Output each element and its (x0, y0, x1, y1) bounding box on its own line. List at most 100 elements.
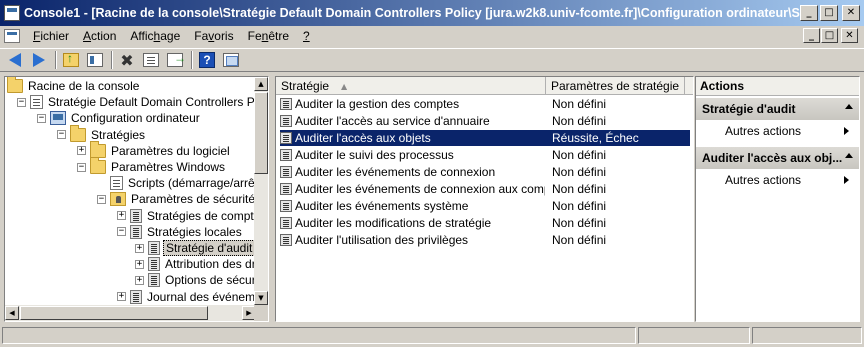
expand-plus-icon[interactable]: + (117, 292, 126, 302)
policy-cell: Auditer les événements de connexion aux … (280, 182, 545, 196)
policy-row[interactable]: Auditer les événements de connexion aux … (280, 181, 690, 197)
tree-horizontal-scrollbar[interactable]: ◀ ▶ (5, 305, 256, 321)
scroll-down-button[interactable]: ▼ (254, 291, 268, 305)
action-section-auditer-acces[interactable]: Auditer l'accès aux obj... (696, 147, 859, 169)
expand-plus-icon[interactable]: + (117, 211, 126, 221)
scroll-up-button[interactable]: ▲ (254, 77, 268, 91)
tree-vertical-scrollbar[interactable]: ▲ ▼ (254, 77, 268, 305)
tree-item[interactable]: + Attribution des dro (135, 256, 256, 272)
child-minimize-button[interactable]: _ (803, 28, 820, 43)
policy-setting-icon (280, 217, 292, 229)
forward-button[interactable] (28, 50, 50, 70)
collapse-minus-icon[interactable]: − (77, 162, 86, 172)
menu-fichier-rest: ichier (40, 29, 70, 43)
child-window-controls: _ □ ✕ (803, 28, 858, 43)
child-close-button[interactable]: ✕ (841, 28, 858, 43)
child-restore-button[interactable]: □ (821, 28, 838, 43)
tree-item[interactable]: − Paramètres de sécurité (97, 191, 256, 207)
menu-help[interactable]: ? (296, 29, 317, 43)
tree-item[interactable]: Scripts (démarrage/arrêt) (97, 175, 256, 191)
policy-row[interactable]: Auditer les événements système Non défini (280, 198, 690, 214)
expand-plus-icon[interactable]: + (135, 259, 144, 269)
document-icon (143, 53, 159, 67)
action-label: Autres actions (725, 124, 802, 138)
tree-item[interactable]: + Journal des événement (117, 289, 256, 305)
policy-setting-icon (280, 166, 292, 178)
policy-row[interactable]: Auditer les événements de connexion Non d… (280, 164, 690, 180)
column-header-parametres[interactable]: Paramètres de stratégie (546, 77, 685, 95)
status-cell-3 (752, 327, 862, 344)
tree-item[interactable]: − Configuration ordinateur (37, 110, 202, 126)
tree-item[interactable]: − Paramètres Windows (77, 157, 227, 175)
policy-row[interactable]: Auditer les modifications de stratégie No… (280, 215, 690, 231)
collapse-minus-icon[interactable]: − (57, 130, 66, 140)
back-button[interactable] (4, 50, 26, 70)
collapse-minus-icon[interactable]: − (37, 113, 46, 123)
tree-item[interactable]: − Stratégies (57, 124, 147, 143)
script-doc-icon (110, 176, 123, 191)
expand-plus-icon[interactable]: + (77, 146, 86, 156)
delete-button[interactable]: ✖ (116, 50, 138, 70)
policy-setting-icon (280, 115, 292, 127)
policy-setting-icon (280, 183, 292, 195)
show-hide-tree-button[interactable] (84, 50, 106, 70)
show-action-pane-button[interactable] (220, 50, 242, 70)
actions-title: Actions (696, 77, 859, 96)
menu-favoris[interactable]: Favoris (187, 29, 240, 43)
menu-fenetre[interactable]: Fenêtre (241, 29, 296, 43)
action-autres-actions-2[interactable]: Autres actions (696, 171, 859, 189)
properties-doc-button[interactable] (140, 50, 162, 70)
menu-affichage[interactable]: Affichage (123, 29, 187, 43)
collapse-minus-icon[interactable]: − (17, 97, 26, 107)
collapse-minus-icon[interactable]: − (117, 227, 126, 237)
policy-cell: Auditer les événements de connexion (280, 165, 545, 179)
submenu-arrow-icon (844, 127, 849, 135)
up-level-button[interactable] (60, 50, 82, 70)
action-section-strategie-audit[interactable]: Stratégie d'audit (696, 98, 859, 120)
tree-item[interactable]: − Stratégie Default Domain Controllers Po… (17, 94, 256, 110)
policy-name: Auditer le suivi des processus (295, 148, 454, 162)
expand-plus-icon[interactable]: + (135, 275, 144, 285)
policy-row[interactable]: Auditer l'accès au service d'annuaire Non… (280, 113, 690, 129)
scrollbar-corner (254, 305, 268, 321)
tree-item[interactable]: − Stratégies locales (117, 224, 244, 240)
scroll-left-button[interactable]: ◀ (5, 306, 19, 320)
action-autres-actions-1[interactable]: Autres actions (696, 122, 859, 140)
tree-item-label: Stratégies de comptes (147, 208, 256, 223)
mmc-app-icon[interactable] (4, 5, 20, 21)
policy-setting-value: Non défini (552, 114, 607, 128)
policy-row[interactable]: Auditer le suivi des processus Non défini (280, 147, 690, 163)
maximize-button[interactable]: □ (820, 5, 838, 21)
help-icon: ? (199, 52, 215, 68)
tree-item[interactable]: + Options de sécurité (135, 272, 256, 288)
menu-action[interactable]: Action (76, 29, 123, 43)
column-header-strategie[interactable]: Stratégie ▲ (276, 77, 546, 95)
export-icon (167, 51, 186, 67)
tree-item[interactable]: + Stratégies de comptes (117, 208, 256, 224)
policy-row[interactable]: Auditer l'accès aux objets Réussite, Éche… (280, 130, 690, 146)
policy-row[interactable]: Auditer la gestion des comptes Non défini (280, 96, 690, 112)
tree-item[interactable]: + Paramètres du logiciel (77, 140, 232, 159)
title-bar[interactable]: Console1 - [Racine de la console\Stratég… (0, 0, 864, 26)
policy-setting-value: Non défini (552, 148, 607, 162)
policy-row[interactable]: Auditer l'utilisation des privilèges Non … (280, 232, 690, 248)
results-pane[interactable]: Stratégie ▲ Paramètres de stratégie Audit… (275, 76, 694, 322)
collapse-minus-icon[interactable]: − (97, 194, 106, 204)
console-tree-pane[interactable]: Racine de la console − Stratégie Default D… (4, 76, 269, 322)
menu-fenetre-pre: Fe (247, 29, 262, 43)
close-button[interactable]: ✕ (842, 5, 860, 21)
folder-icon (70, 124, 86, 142)
help-button[interactable]: ? (196, 50, 218, 70)
document-window-icon[interactable] (4, 29, 20, 43)
policy-setting-icon (280, 200, 292, 212)
policy-setting-value: Non défini (552, 182, 607, 196)
scroll-thumb[interactable] (254, 92, 268, 174)
export-list-button[interactable] (164, 50, 186, 70)
minimize-button[interactable]: _ (800, 5, 818, 21)
menu-fichier[interactable]: Fichier (26, 29, 76, 43)
expand-plus-icon[interactable]: + (135, 243, 144, 253)
actions-pane[interactable]: Actions Stratégie d'audit Autres actions… (695, 76, 860, 322)
tree-item[interactable]: + Stratégie d'audit (135, 240, 256, 256)
hscroll-thumb[interactable] (20, 306, 208, 320)
tree-item[interactable]: Racine de la console (7, 77, 141, 94)
